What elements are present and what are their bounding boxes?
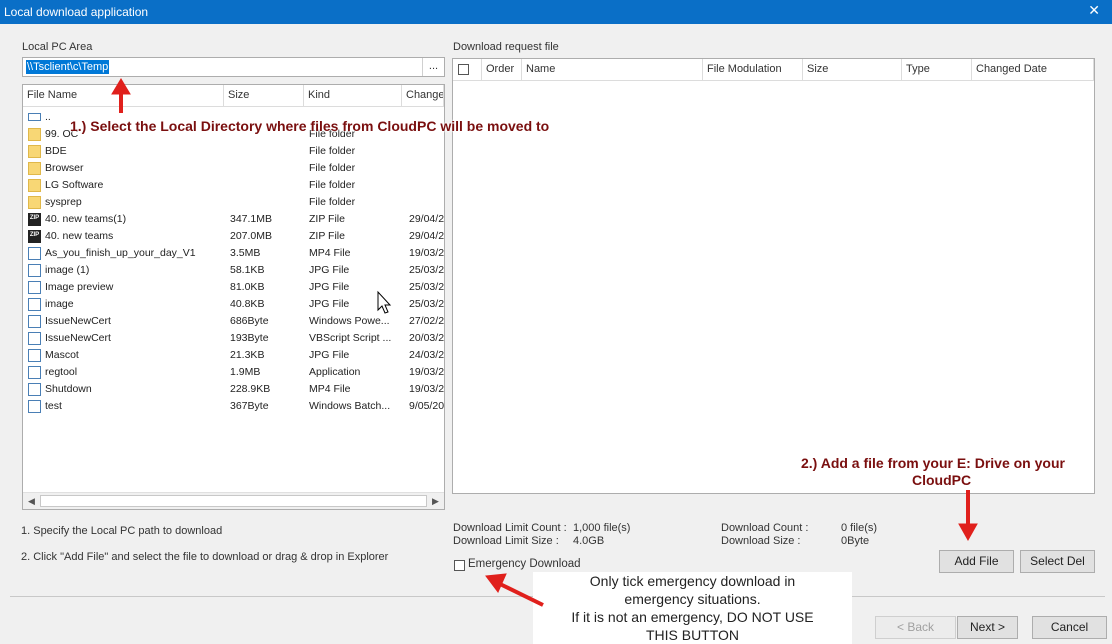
mouse-cursor-icon — [377, 290, 392, 314]
arrow-to-emergency-icon — [485, 573, 544, 607]
arrow-to-path-icon — [111, 78, 131, 113]
annotation-overlay — [111, 78, 978, 607]
arrow-to-add-file-icon — [958, 490, 978, 542]
